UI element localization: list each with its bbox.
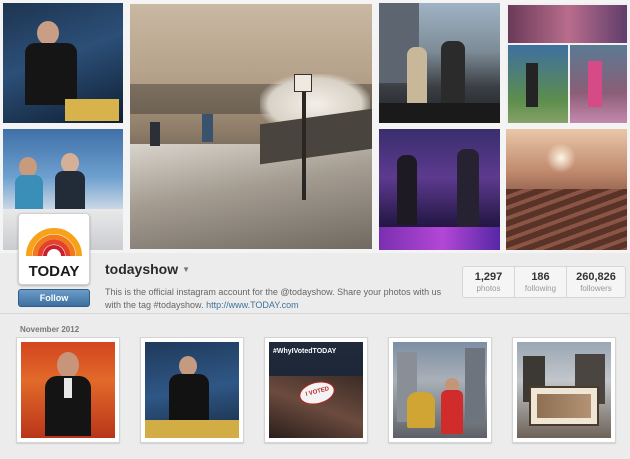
stat-photos-label: photos <box>476 284 501 293</box>
stat-following[interactable]: 186 following <box>515 267 567 297</box>
profile-stats: 1,297 photos 186 following 260,826 follo… <box>462 266 626 298</box>
profile-info: todayshow ▼ This is the official instagra… <box>105 261 445 312</box>
stat-photos[interactable]: 1,297 photos <box>463 267 515 297</box>
mosaic-photo-storm-surge[interactable] <box>126 0 376 253</box>
stat-followers-value: 260,826 <box>576 271 616 283</box>
today-logo-icon: TODAY <box>19 214 89 284</box>
header-photo-mosaic <box>0 0 630 253</box>
instagram-profile-page: TODAY Follow todayshow ▼ This is the offi… <box>0 0 630 459</box>
photo-caption: #WhyIVotedTODAY <box>273 348 337 355</box>
stat-followers-label: followers <box>580 284 612 293</box>
photo-man-in-suit[interactable] <box>16 337 120 443</box>
mosaic-photo-man-sitting[interactable] <box>0 0 126 126</box>
avatar[interactable]: TODAY <box>18 213 90 285</box>
username[interactable]: todayshow <box>105 261 178 277</box>
avatar-logo-text: TODAY <box>29 263 80 280</box>
photo-outdoor-crowd[interactable] <box>512 337 616 443</box>
photo-woman-red-coat[interactable] <box>388 337 492 443</box>
mosaic-photo-boardwalk-sunset[interactable] <box>503 126 630 253</box>
section-divider <box>0 313 630 314</box>
stat-followers[interactable]: 260,826 followers <box>567 267 625 297</box>
bio-link[interactable]: http://www.TODAY.com <box>206 300 299 310</box>
chevron-down-icon[interactable]: ▼ <box>182 265 190 274</box>
mosaic-photo-stage-purple[interactable] <box>376 126 503 253</box>
stat-following-label: following <box>524 284 557 293</box>
mosaic-photo-collage[interactable] <box>503 0 630 126</box>
profile-card: TODAY Follow <box>18 213 90 307</box>
mosaic-photo-rock-band[interactable] <box>376 0 503 126</box>
photo-why-i-voted[interactable]: #WhyIVotedTODAY I VOTED <box>264 337 368 443</box>
month-label: November 2012 <box>20 325 80 334</box>
photo-man-on-set[interactable] <box>140 337 244 443</box>
stat-photos-value: 1,297 <box>474 271 503 283</box>
photo-grid: #WhyIVotedTODAY I VOTED <box>16 337 616 443</box>
stat-following-value: 186 <box>531 271 550 283</box>
follow-button[interactable]: Follow <box>18 289 90 307</box>
bio: This is the official instagram account f… <box>105 286 445 312</box>
